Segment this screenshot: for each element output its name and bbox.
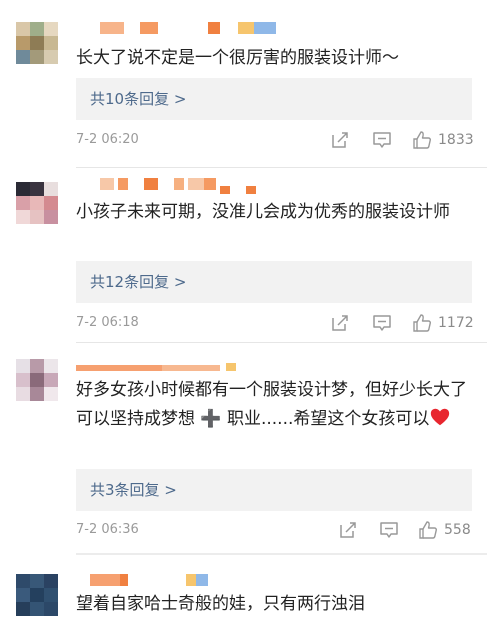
comment-item: 好多女孩小时候都有一个服装设计梦，但好少长大了可以坚持成梦想 ➕ 职业.....… — [0, 343, 487, 553]
avatar[interactable] — [16, 22, 58, 64]
comment-text: 好多女孩小时候都有一个服装设计梦，但好少长大了可以坚持成梦想 ➕ 职业.....… — [76, 376, 476, 434]
thumbs-up-icon[interactable] — [418, 520, 438, 540]
timestamp: 7-2 06:36 — [76, 522, 139, 537]
view-replies-link[interactable]: 共10条回复 > — [90, 89, 186, 109]
like-count: 558 — [444, 522, 471, 538]
comment-text: 小孩子未来可期，没准儿会成为优秀的服装设计师 — [76, 202, 450, 222]
comment-meta: 7-2 06:36 558 — [76, 520, 476, 540]
reply-box[interactable]: 共12条回复 > — [76, 261, 472, 303]
username-blurred[interactable] — [76, 361, 256, 375]
comment-icon[interactable] — [379, 520, 399, 540]
avatar[interactable] — [16, 574, 58, 616]
comment-item: 望着自家哈士奇般的娃，只有两行浊泪 — [0, 556, 487, 631]
comment-text: 望着自家哈士奇般的娃，只有两行浊泪 — [76, 594, 365, 614]
share-icon[interactable] — [338, 520, 358, 540]
like-count: 1833 — [438, 132, 474, 148]
comment-icon[interactable] — [372, 313, 392, 333]
username-blurred[interactable] — [100, 22, 290, 36]
comment-item: 小孩子未来可期，没准儿会成为优秀的服装设计师 共12条回复 > 7-2 06:1… — [0, 168, 487, 348]
share-icon[interactable] — [330, 130, 350, 150]
divider — [76, 553, 487, 555]
heart-emoji-icon — [431, 408, 450, 426]
reply-box[interactable]: 共10条回复 > — [76, 78, 472, 120]
timestamp: 7-2 06:18 — [76, 315, 139, 330]
timestamp: 7-2 06:20 — [76, 132, 139, 147]
comment-icon[interactable] — [372, 130, 392, 150]
like-count: 1172 — [438, 315, 474, 331]
share-icon[interactable] — [330, 313, 350, 333]
username-blurred[interactable] — [90, 574, 230, 588]
avatar[interactable] — [16, 359, 58, 401]
comment-meta: 7-2 06:20 1833 — [76, 130, 476, 150]
avatar[interactable] — [16, 182, 58, 224]
username-blurred[interactable] — [100, 178, 270, 194]
thumbs-up-icon[interactable] — [412, 130, 432, 150]
view-replies-link[interactable]: 共12条回复 > — [90, 272, 186, 292]
thumbs-up-icon[interactable] — [412, 313, 432, 333]
comment-text-body: 好多女孩小时候都有一个服装设计梦，但好少长大了可以坚持成梦想 ➕ 职业.....… — [76, 380, 467, 429]
comment-text: 长大了说不定是一个很厉害的服装设计师～ — [76, 48, 399, 68]
view-replies-link[interactable]: 共3条回复 > — [90, 480, 177, 500]
reply-box[interactable]: 共3条回复 > — [76, 469, 472, 511]
comment-meta: 7-2 06:18 1172 — [76, 313, 476, 333]
comment-item: 长大了说不定是一个很厉害的服装设计师～ 共10条回复 > 7-2 06:20 1… — [0, 0, 487, 170]
